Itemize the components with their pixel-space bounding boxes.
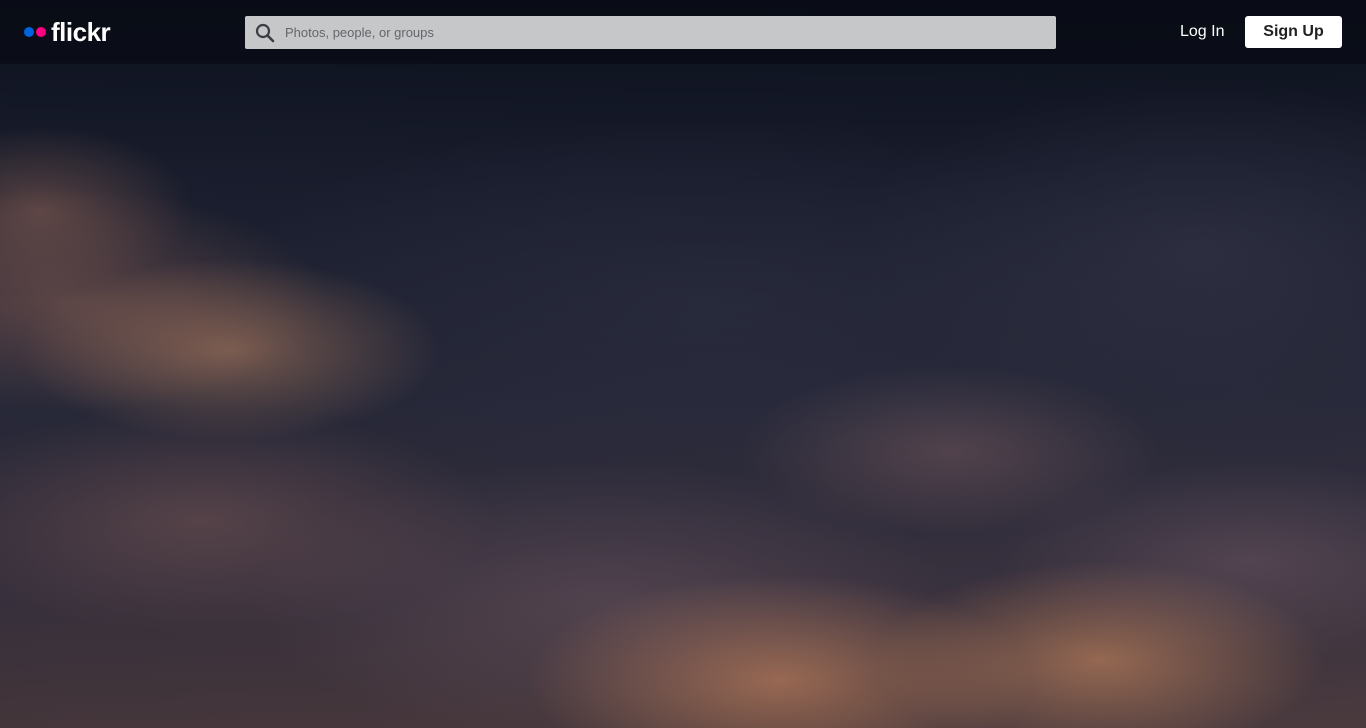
- signup-button[interactable]: Sign Up: [1245, 16, 1342, 48]
- top-navigation-bar: flickr Log In Sign Up: [0, 0, 1366, 64]
- logo-wordmark: flickr: [51, 17, 111, 47]
- flickr-logo-link[interactable]: flickr: [24, 17, 111, 47]
- hero-overlay: [0, 0, 1366, 728]
- login-link[interactable]: Log In: [1170, 20, 1234, 44]
- logo-pink-dot-icon: [36, 27, 46, 37]
- search-input[interactable]: [285, 16, 1056, 49]
- page: flickr Log In Sign Up: [0, 0, 1366, 728]
- search-bar: [245, 16, 1056, 49]
- logo-blue-dot-icon: [24, 27, 34, 37]
- search-icon[interactable]: [245, 16, 285, 49]
